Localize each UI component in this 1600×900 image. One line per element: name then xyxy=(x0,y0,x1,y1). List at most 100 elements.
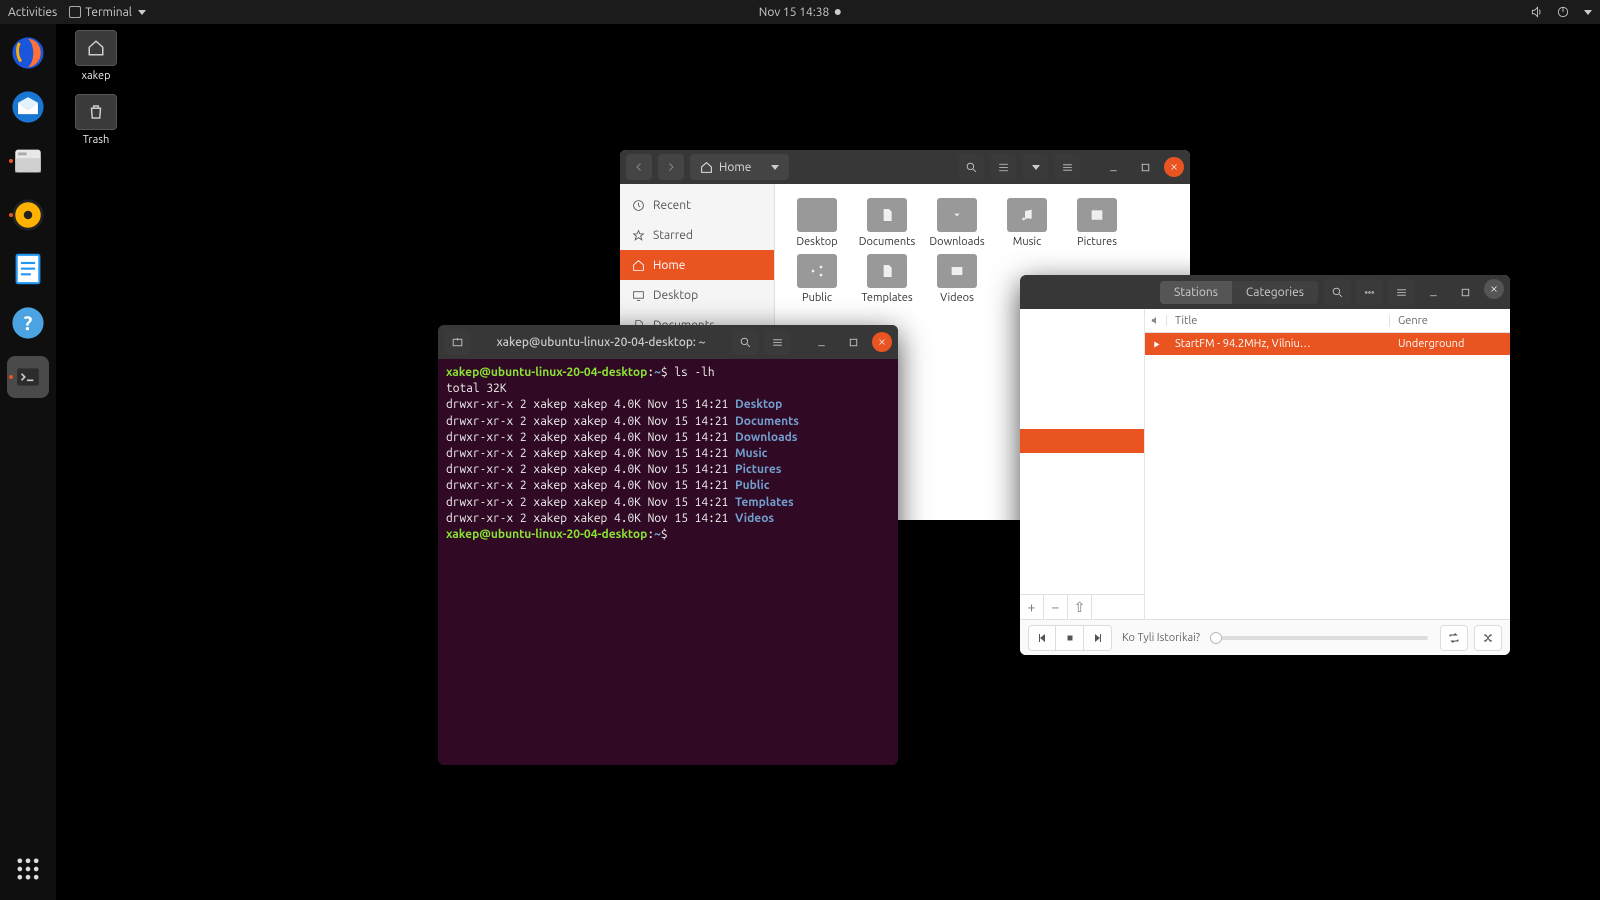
path-bar[interactable]: Home xyxy=(690,154,789,180)
station-row[interactable] xyxy=(1020,381,1144,405)
maximize-button[interactable] xyxy=(1452,279,1478,305)
shuffle-button[interactable] xyxy=(1474,625,1502,651)
stop-button[interactable] xyxy=(1056,625,1084,651)
folder-downloads[interactable]: Downloads xyxy=(925,198,989,248)
export-station-button[interactable]: ⇧ xyxy=(1068,595,1092,619)
player-bar: Ko Tyli Istorikai? xyxy=(1020,619,1510,655)
minimize-button[interactable] xyxy=(1100,154,1126,180)
power-icon[interactable] xyxy=(1556,5,1570,19)
dock-files[interactable] xyxy=(7,140,49,182)
minimize-button[interactable] xyxy=(1420,279,1446,305)
folder-pictures[interactable]: Pictures xyxy=(1065,198,1129,248)
search-button[interactable] xyxy=(958,154,984,180)
speaker-column-icon[interactable] xyxy=(1145,315,1167,326)
dock-libreoffice-writer[interactable] xyxy=(7,248,49,290)
volume-slider[interactable] xyxy=(1210,636,1428,640)
radio-headerbar[interactable]: Stations Categories xyxy=(1020,275,1510,309)
terminal-menu-button[interactable] xyxy=(764,329,790,355)
system-menu-caret-icon[interactable] xyxy=(1584,10,1592,15)
slider-thumb[interactable] xyxy=(1210,632,1222,644)
dock-help[interactable]: ? xyxy=(7,302,49,344)
desktop-home-folder[interactable]: xakep xyxy=(66,30,126,82)
radio-menu-button[interactable] xyxy=(1388,279,1414,305)
dock-terminal[interactable] xyxy=(7,356,49,398)
maximize-button[interactable] xyxy=(1132,154,1158,180)
terminal-headerbar[interactable]: xakep@ubuntu-linux-20-04-desktop: ~ xyxy=(438,325,898,359)
terminal-search-button[interactable] xyxy=(732,329,758,355)
volume-icon[interactable] xyxy=(1530,5,1544,19)
tab-stations[interactable]: Stations xyxy=(1160,281,1232,304)
folder-templates[interactable]: Templates xyxy=(855,254,919,304)
path-caret-icon[interactable] xyxy=(771,165,779,170)
close-button[interactable] xyxy=(1164,157,1184,177)
close-button[interactable] xyxy=(872,332,892,352)
app-menu-label: Terminal xyxy=(85,6,132,19)
nav-forward-button[interactable] xyxy=(658,154,684,180)
sidebar-item-recent[interactable]: Recent xyxy=(620,190,774,220)
track-genre: Underground xyxy=(1390,338,1510,350)
sidebar-item-home[interactable]: Home xyxy=(620,250,774,280)
nav-back-button[interactable] xyxy=(626,154,652,180)
view-dropdown-button[interactable] xyxy=(1022,154,1048,180)
sidebar-item-starred[interactable]: Starred xyxy=(620,220,774,250)
terminal-title: xakep@ubuntu-linux-20-04-desktop: ~ xyxy=(476,336,726,349)
station-row[interactable] xyxy=(1020,405,1144,429)
files-headerbar[interactable]: Home xyxy=(620,150,1190,184)
folder-desktop[interactable]: Desktop xyxy=(785,198,849,248)
repeat-button[interactable] xyxy=(1440,625,1468,651)
now-playing-label: Ko Tyli Istorikai? xyxy=(1122,632,1200,644)
track-row-playing[interactable]: StartFM - 94.2MHz, Vilniu… Underground xyxy=(1145,333,1510,355)
radio-search-button[interactable] xyxy=(1324,279,1350,305)
next-button[interactable] xyxy=(1084,625,1112,651)
desktop-trash[interactable]: Trash xyxy=(66,94,126,146)
chevron-down-icon xyxy=(138,10,146,15)
close-button[interactable] xyxy=(1484,279,1504,299)
station-row[interactable] xyxy=(1020,309,1144,333)
path-label: Home xyxy=(719,161,751,174)
new-tab-button[interactable] xyxy=(444,329,470,355)
radio-view-tabs: Stations Categories xyxy=(1160,281,1318,304)
folder-videos[interactable]: Videos xyxy=(925,254,989,304)
remove-station-button[interactable]: − xyxy=(1044,595,1068,619)
activities-button[interactable]: Activities xyxy=(8,6,57,19)
folder-music[interactable]: Music xyxy=(995,198,1059,248)
radio-window: Stations Categories + − ⇧ xyxy=(1020,275,1510,655)
terminal-body[interactable]: xakep@ubuntu-linux-20-04-desktop:~$ ls -… xyxy=(438,359,898,765)
radio-more-button[interactable] xyxy=(1356,279,1382,305)
minimize-button[interactable] xyxy=(808,329,834,355)
add-station-button[interactable]: + xyxy=(1020,595,1044,619)
track-list: Title Genre StartFM - 94.2MHz, Vilniu… U… xyxy=(1145,309,1510,619)
desktop-home-label: xakep xyxy=(66,70,126,82)
column-title[interactable]: Title xyxy=(1167,315,1390,327)
station-row-selected[interactable] xyxy=(1020,429,1144,453)
view-toggle-button[interactable] xyxy=(990,154,1016,180)
dock-thunderbird[interactable] xyxy=(7,86,49,128)
station-row[interactable] xyxy=(1020,333,1144,357)
maximize-button[interactable] xyxy=(840,329,866,355)
chevron-down-icon xyxy=(1032,165,1040,170)
column-genre[interactable]: Genre xyxy=(1390,315,1510,327)
notification-dot-icon xyxy=(835,9,841,15)
dock-rhythmbox[interactable] xyxy=(7,194,49,236)
terminal-app-icon xyxy=(69,6,81,18)
dock-show-apps[interactable] xyxy=(7,848,49,890)
prev-button[interactable] xyxy=(1028,625,1056,651)
station-row[interactable] xyxy=(1020,357,1144,381)
hamburger-menu-button[interactable] xyxy=(1054,154,1080,180)
station-sidebar: + − ⇧ xyxy=(1020,309,1145,619)
track-title: StartFM - 94.2MHz, Vilniu… xyxy=(1167,338,1390,350)
folder-documents[interactable]: Documents xyxy=(855,198,919,248)
gnome-top-bar: Activities Terminal Nov 15 14:38 xyxy=(0,0,1600,24)
home-icon xyxy=(700,161,713,174)
svg-text:?: ? xyxy=(24,312,33,334)
sidebar-item-desktop[interactable]: Desktop xyxy=(620,280,774,310)
playing-icon xyxy=(1145,340,1167,349)
tab-categories[interactable]: Categories xyxy=(1232,281,1318,304)
dock: ? xyxy=(0,24,56,900)
desktop-trash-label: Trash xyxy=(66,134,126,146)
folder-public[interactable]: Public xyxy=(785,254,849,304)
dock-firefox[interactable] xyxy=(7,32,49,74)
app-menu[interactable]: Terminal xyxy=(69,6,146,19)
clock[interactable]: Nov 15 14:38 xyxy=(759,6,829,19)
terminal-window: xakep@ubuntu-linux-20-04-desktop: ~ xake… xyxy=(438,325,898,765)
